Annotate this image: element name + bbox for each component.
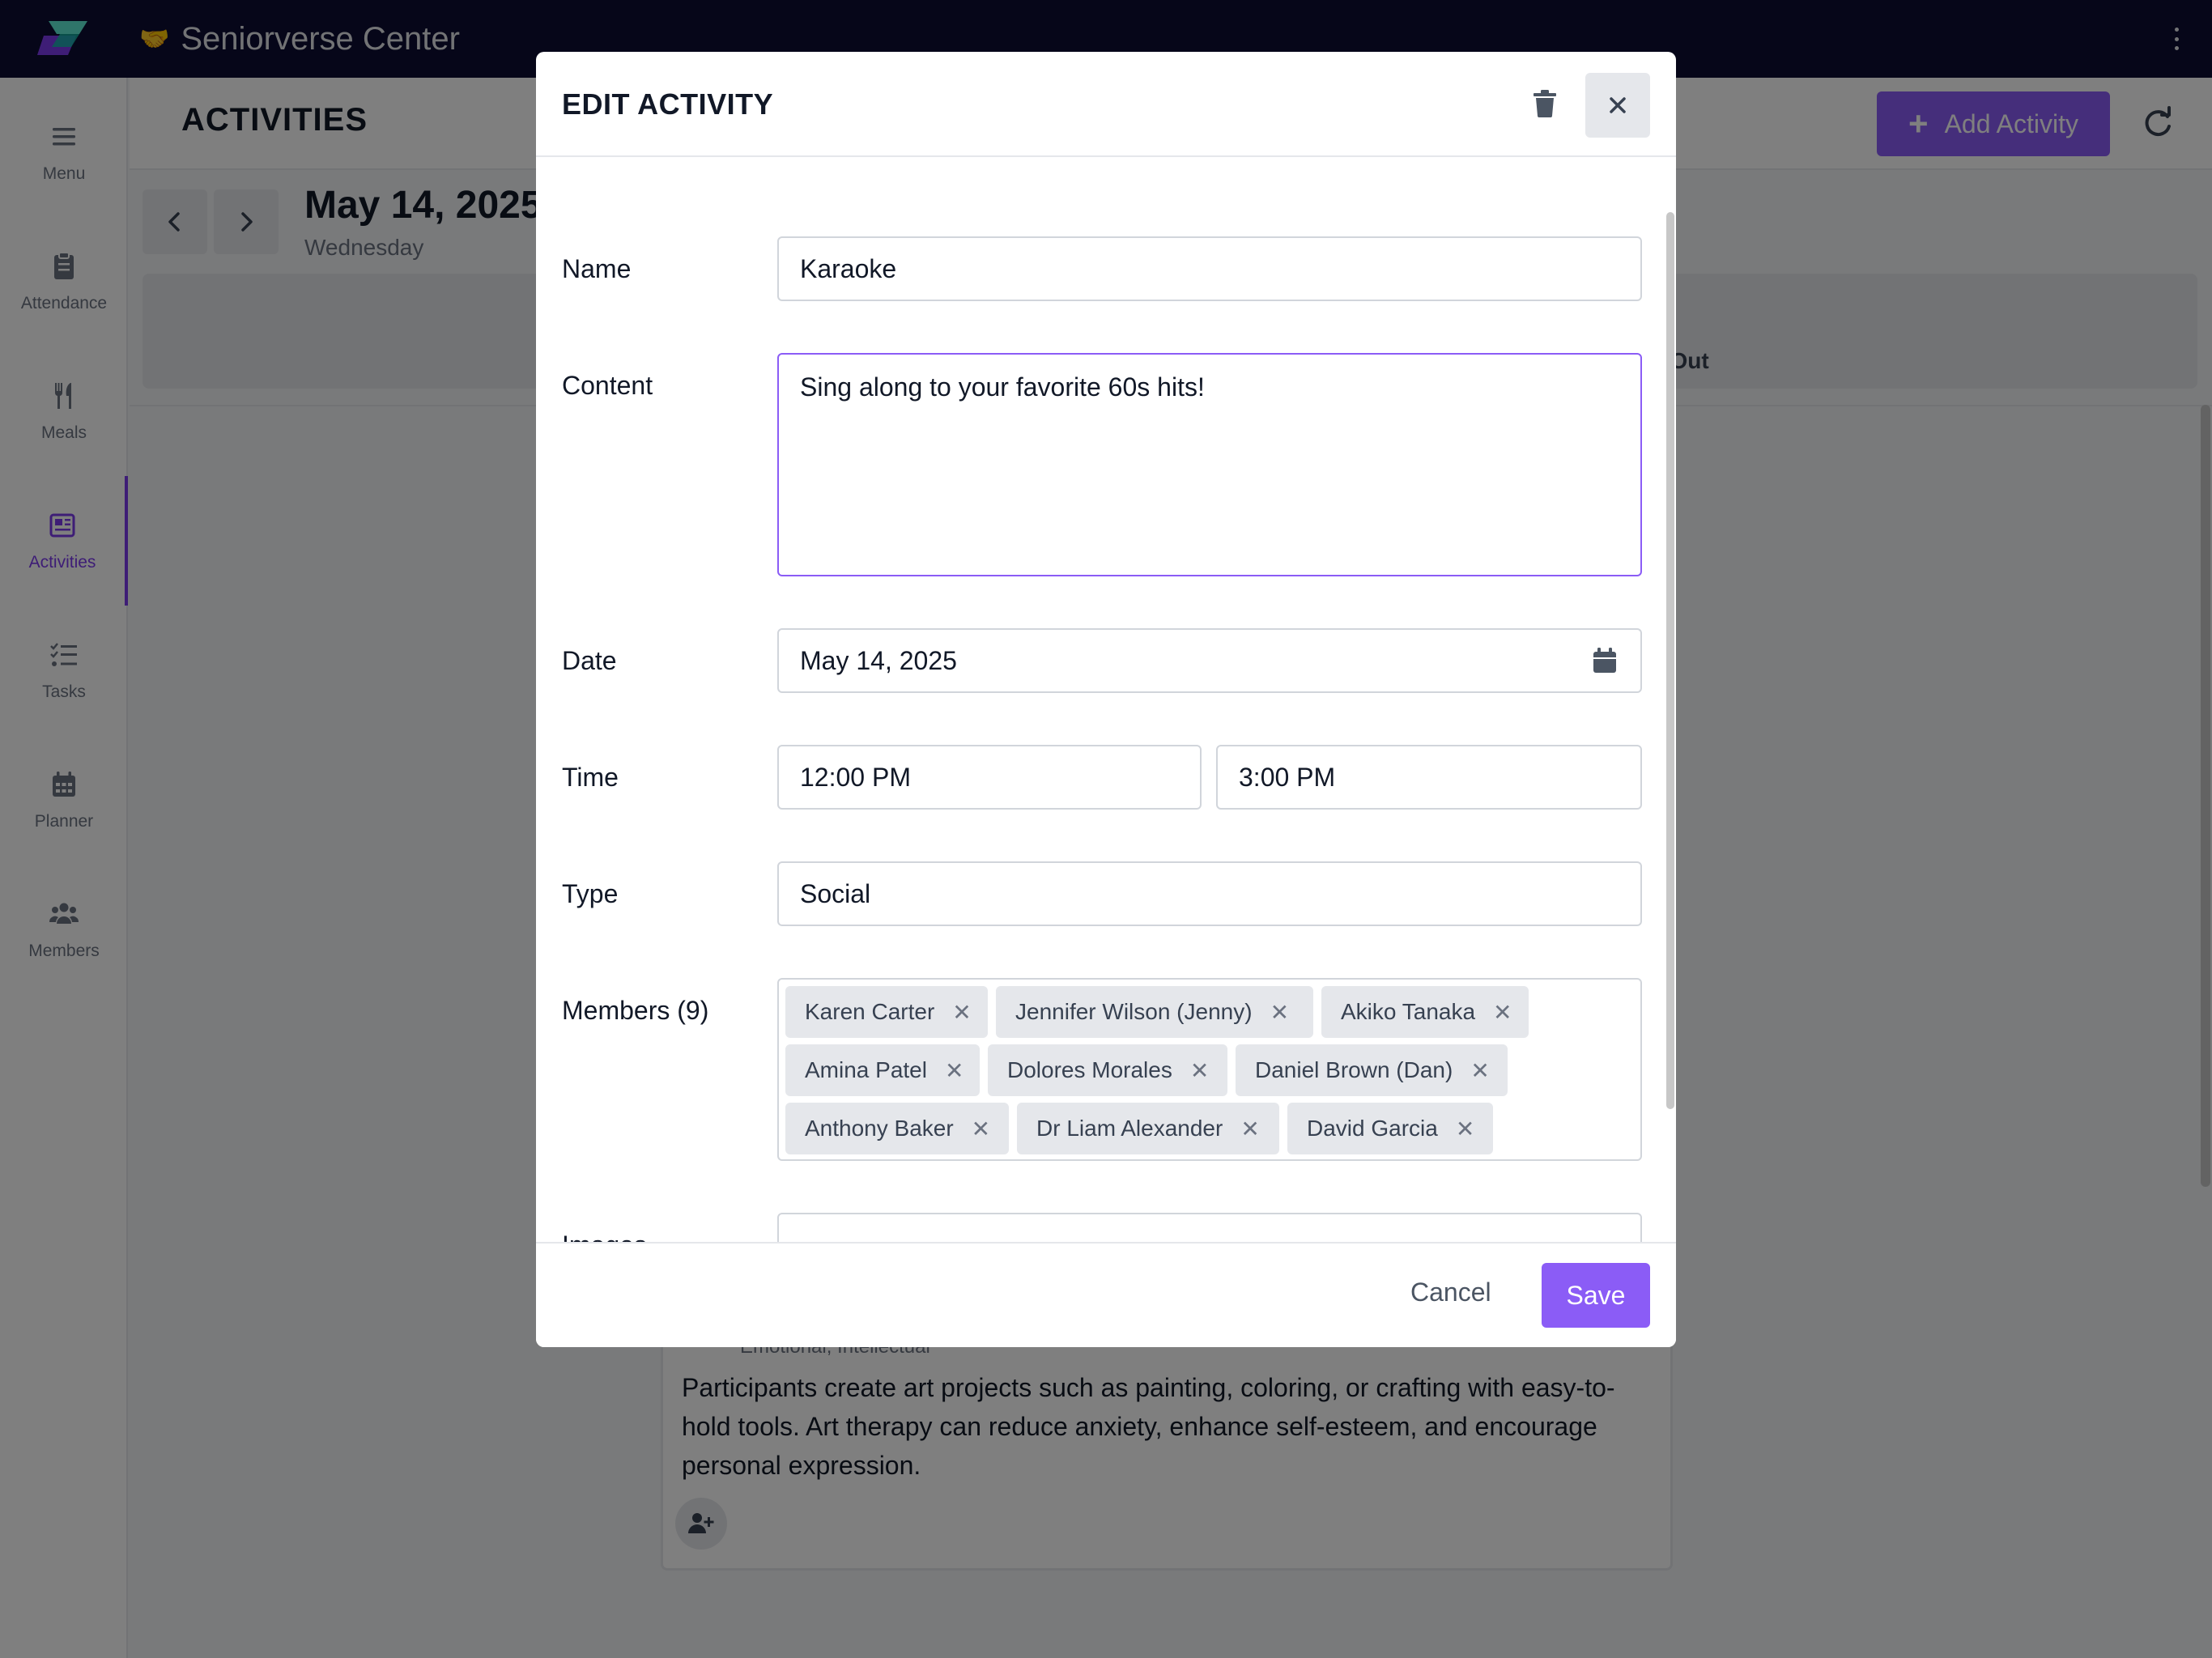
member-chip: Amina Patel ✕ xyxy=(785,1044,980,1096)
trash-icon[interactable] xyxy=(1529,87,1561,120)
calendar-icon[interactable] xyxy=(1590,646,1619,675)
remove-member-icon[interactable]: ✕ xyxy=(945,1057,963,1084)
date-input[interactable]: May 14, 2025 xyxy=(777,628,1642,693)
modal-body: Name Karaoke Content Sing along to your … xyxy=(536,157,1676,1294)
member-chip: Dolores Morales ✕ xyxy=(988,1044,1227,1096)
member-name: Anthony Baker xyxy=(805,1116,954,1141)
remove-member-icon[interactable]: ✕ xyxy=(1456,1116,1474,1142)
modal-header: EDIT ACTIVITY xyxy=(536,52,1676,157)
remove-member-icon[interactable]: ✕ xyxy=(1470,1057,1489,1084)
member-name: Amina Patel xyxy=(805,1057,927,1082)
members-multiselect[interactable]: Karen Carter ✕ Jennifer Wilson (Jenny) ✕… xyxy=(777,978,1642,1161)
start-time-input[interactable]: 12:00 PM xyxy=(777,745,1202,810)
modal-scrollbar[interactable] xyxy=(1666,212,1674,1109)
member-chip: Karen Carter ✕ xyxy=(785,986,988,1038)
member-chip: Anthony Baker ✕ xyxy=(785,1103,1009,1154)
remove-member-icon[interactable]: ✕ xyxy=(1493,999,1512,1026)
content-textarea[interactable]: Sing along to your favorite 60s hits! xyxy=(777,353,1642,576)
modal-title: EDIT ACTIVITY xyxy=(562,87,774,121)
remove-member-icon[interactable]: ✕ xyxy=(1240,1116,1259,1142)
member-name: Akiko Tanaka xyxy=(1341,999,1476,1024)
member-name: Dr Liam Alexander xyxy=(1036,1116,1223,1141)
date-value: May 14, 2025 xyxy=(800,645,957,675)
remove-member-icon[interactable]: ✕ xyxy=(972,1116,990,1142)
members-label: Members (9) xyxy=(562,996,709,1025)
remove-member-icon[interactable]: ✕ xyxy=(1270,999,1289,1026)
member-chip: David Garcia ✕ xyxy=(1287,1103,1493,1154)
name-input[interactable]: Karaoke xyxy=(777,236,1642,301)
member-name: Jennifer Wilson (Jenny) xyxy=(1015,999,1253,1024)
member-chip: Akiko Tanaka ✕ xyxy=(1321,986,1529,1038)
name-label: Name xyxy=(562,254,632,283)
remove-member-icon[interactable]: ✕ xyxy=(952,999,971,1026)
member-name: Karen Carter xyxy=(805,999,935,1024)
member-name: Daniel Brown (Dan) xyxy=(1255,1057,1453,1082)
time-label: Time xyxy=(562,763,619,792)
date-label: Date xyxy=(562,646,617,675)
member-name: Dolores Morales xyxy=(1007,1057,1172,1082)
type-select[interactable]: Social xyxy=(777,861,1642,926)
close-icon xyxy=(1610,97,1626,113)
cancel-button[interactable]: Cancel xyxy=(1410,1278,1491,1307)
member-chip: Daniel Brown (Dan) ✕ xyxy=(1236,1044,1508,1096)
remove-member-icon[interactable]: ✕ xyxy=(1190,1057,1209,1084)
type-label: Type xyxy=(562,879,619,908)
modal-footer: Cancel Save xyxy=(536,1242,1676,1347)
end-time-input[interactable]: 3:00 PM xyxy=(1216,745,1642,810)
save-button[interactable]: Save xyxy=(1542,1263,1650,1328)
member-name: David Garcia xyxy=(1307,1116,1438,1141)
edit-activity-modal: EDIT ACTIVITY Name Karaoke Content Sing … xyxy=(536,52,1676,1347)
content-label: Content xyxy=(562,371,653,400)
member-chip: Dr Liam Alexander ✕ xyxy=(1017,1103,1279,1154)
close-button[interactable] xyxy=(1585,73,1650,138)
member-chip: Jennifer Wilson (Jenny) ✕ xyxy=(996,986,1313,1038)
